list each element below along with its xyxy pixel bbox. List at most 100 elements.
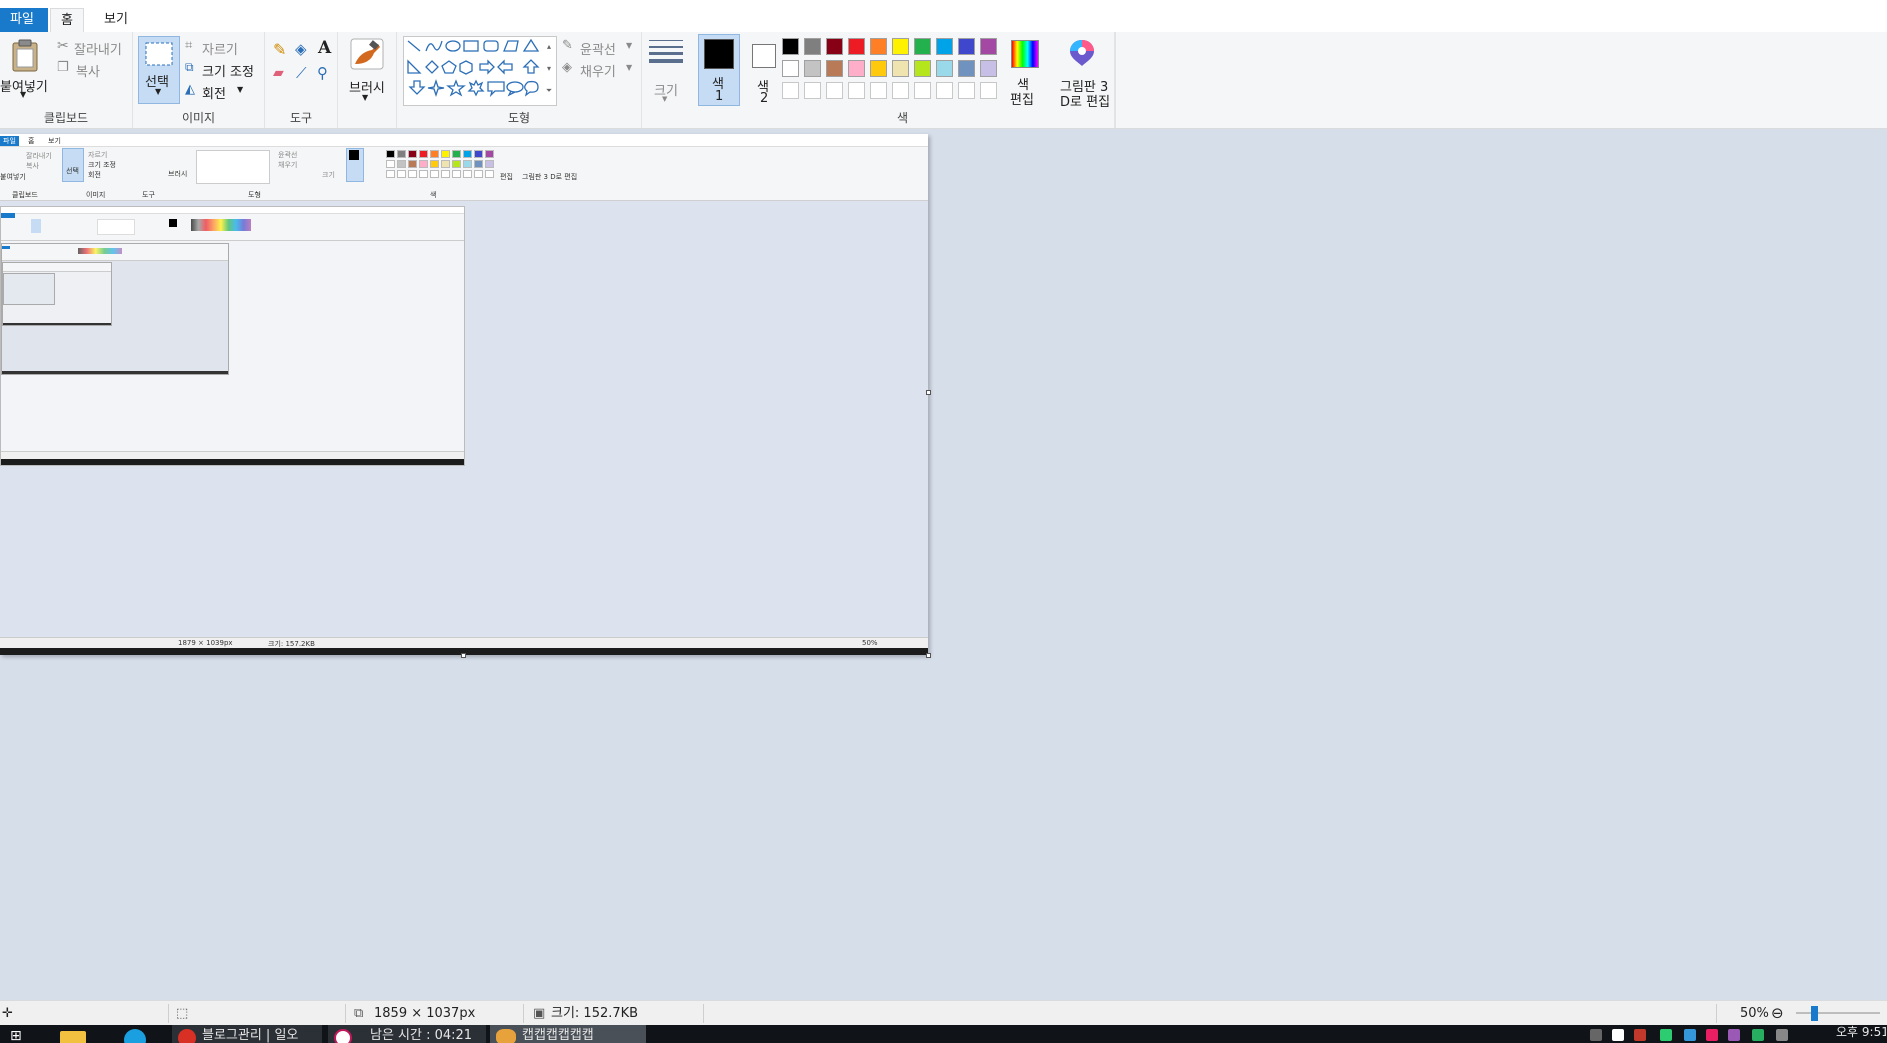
text-icon[interactable]: A (318, 38, 331, 58)
drawing-canvas[interactable]: 파일 홈 보기 붙여넣기 잘라내기 복사 선택 자르기 크기 조정 회전 브러시… (0, 134, 928, 655)
nested-palette-swatch (463, 160, 472, 168)
palette-empty-swatch[interactable] (826, 82, 843, 99)
nested-paste: 붙여넣기 (0, 173, 26, 181)
palette-color-swatch[interactable] (782, 38, 799, 55)
rotate-icon: ◭ (185, 82, 195, 97)
palette-color-swatch[interactable] (848, 60, 865, 77)
palette-color-swatch[interactable] (782, 60, 799, 77)
taskbar-item-2-label: 남은 시간 : 04:21 (370, 1028, 473, 1043)
palette-color-swatch[interactable] (870, 60, 887, 77)
palette-empty-swatch[interactable] (782, 82, 799, 99)
palette-color-swatch[interactable] (936, 60, 953, 77)
palette-color-swatch[interactable] (958, 38, 975, 55)
browser-icon[interactable] (124, 1029, 146, 1043)
palette-color-swatch[interactable] (826, 38, 843, 55)
pencil-icon[interactable]: ✎ (273, 40, 286, 59)
canvas-resize-handle-bottom[interactable] (461, 653, 466, 658)
edit-colors-button[interactable]: 색 편집 (1004, 34, 1044, 108)
color2-swatch (752, 44, 776, 68)
palette-color-swatch[interactable] (848, 38, 865, 55)
palette-empty-swatch[interactable] (804, 82, 821, 99)
palette-empty-swatch[interactable] (892, 82, 909, 99)
canvas-resize-handle-corner[interactable] (926, 653, 931, 658)
color-palette (782, 38, 1002, 104)
edit-with-paint3d-button[interactable]: 그림판 3 D로 편집 (1052, 36, 1112, 110)
tray-icon[interactable] (1590, 1029, 1602, 1041)
magnifier-icon[interactable]: ⚲ (317, 64, 328, 82)
tools-group-label: 도구 (289, 111, 313, 125)
shape-glyphs-icon[interactable] (404, 37, 554, 103)
nested-palette-swatch (441, 160, 450, 168)
copy-button[interactable]: ❐ 복사 (55, 60, 115, 80)
rotate-button[interactable]: ◭ 회전 ▼ (185, 82, 255, 102)
tray-icon[interactable] (1612, 1029, 1624, 1041)
color-picker-icon[interactable]: ⟋ (296, 64, 307, 82)
palette-empty-swatch[interactable] (980, 82, 997, 99)
palette-empty-swatch[interactable] (914, 82, 931, 99)
palette-color-swatch[interactable] (936, 38, 953, 55)
tab-home[interactable]: 홈 (50, 8, 84, 34)
tray-icon[interactable] (1634, 1029, 1646, 1041)
nested-home-tab: 홈 (28, 137, 35, 145)
tab-view[interactable]: 보기 (94, 8, 138, 32)
eraser-icon[interactable]: ▰ (273, 65, 284, 81)
palette-empty-swatch[interactable] (848, 82, 865, 99)
palette-color-swatch[interactable] (958, 60, 975, 77)
fill-button[interactable]: ◈ 채우기 ▼ (562, 60, 637, 80)
palette-color-swatch[interactable] (914, 38, 931, 55)
nested-zoom: 50% (862, 639, 878, 647)
zoom-slider[interactable] (1796, 1012, 1880, 1014)
resize-button[interactable]: ⧉ 크기 조정 (185, 60, 263, 80)
size-button[interactable]: 크기 ▼ (646, 36, 686, 106)
paste-button[interactable]: 붙여넣기 ▼ (0, 34, 50, 102)
select-button[interactable]: 선택 ▼ (138, 36, 180, 104)
nested-shapes: 도형 (248, 191, 261, 199)
palette-color-swatch[interactable] (804, 60, 821, 77)
tray-icon[interactable] (1684, 1029, 1696, 1041)
palette-color-swatch[interactable] (804, 38, 821, 55)
fill-bucket-icon[interactable]: ◈ (295, 40, 307, 58)
taskbar-item-3[interactable]: 캡캡캡캡캡캡 (490, 1025, 646, 1043)
outline-button[interactable]: ✎ 윤곽선 ▼ (562, 38, 637, 58)
palette-color-swatch[interactable] (826, 60, 843, 77)
taskbar-item-2[interactable]: 남은 시간 : 04:21 (328, 1025, 486, 1043)
palette-color-swatch[interactable] (914, 60, 931, 77)
brush-button[interactable]: 브러시 ▼ (344, 36, 390, 106)
windows-icon[interactable]: ⊞ (10, 1025, 30, 1043)
tray-icon[interactable] (1660, 1029, 1672, 1041)
nested-palette-swatch (430, 160, 439, 168)
taskbar-item-1[interactable]: 블로그관리 | 일오 (172, 1025, 322, 1043)
palette-empty-swatch[interactable] (958, 82, 975, 99)
shape-gallery-scroll[interactable]: ▴ ▾ ⏷ (543, 36, 555, 104)
palette-color-swatch[interactable] (892, 60, 909, 77)
zoom-out-icon[interactable]: ⊖ (1771, 1001, 1784, 1026)
nested-status-bar: 1879 × 1039px 크기: 157.2KB 50% (0, 637, 928, 648)
nested-palette-swatch (386, 150, 395, 158)
zoom-level: 50% (1740, 1006, 1769, 1021)
size-lines-icon (649, 40, 683, 63)
color1-label-b: 1 (715, 89, 724, 104)
palette-empty-swatch[interactable] (870, 82, 887, 99)
folder-icon[interactable] (60, 1031, 86, 1043)
tray-icon[interactable] (1776, 1029, 1788, 1041)
nested-palette-swatch (452, 150, 461, 158)
tray-icon[interactable] (1752, 1029, 1764, 1041)
tray-icon[interactable] (1728, 1029, 1740, 1041)
cut-button[interactable]: ✂ 잘라내기 (55, 38, 130, 58)
palette-color-swatch[interactable] (870, 38, 887, 55)
crop-button[interactable]: ⌗ 자르기 (185, 38, 260, 58)
color2-button[interactable]: 색 2 (744, 34, 784, 106)
nested-view-tab: 보기 (48, 137, 61, 145)
color1-button[interactable]: 색 1 (698, 34, 740, 106)
zoom-slider-thumb[interactable] (1811, 1006, 1818, 1021)
palette-color-swatch[interactable] (980, 60, 997, 77)
palette-empty-swatch[interactable] (936, 82, 953, 99)
clock[interactable]: 오후 9:51 (1836, 1025, 1886, 1043)
tab-file[interactable]: 파일 (0, 8, 48, 32)
palette-color-swatch[interactable] (892, 38, 909, 55)
palette-color-swatch[interactable] (980, 38, 997, 55)
tray-icon[interactable] (1706, 1029, 1718, 1041)
timer-icon (334, 1029, 352, 1043)
canvas-resize-handle-right[interactable] (926, 390, 931, 395)
chevron-down-icon: ▼ (237, 85, 244, 94)
